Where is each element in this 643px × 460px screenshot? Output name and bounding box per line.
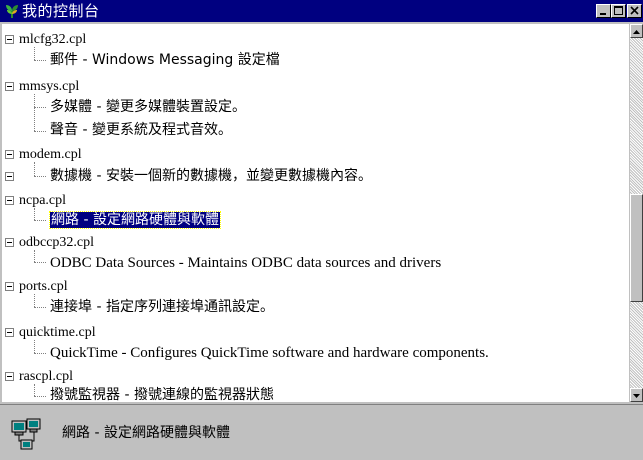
window-title: 我的控制台 bbox=[22, 2, 100, 20]
title-bar[interactable]: 我的控制台 bbox=[0, 0, 643, 22]
tree-item[interactable]: QuickTime - Configures QuickTime softwar… bbox=[50, 344, 489, 363]
close-icon bbox=[630, 6, 639, 15]
tree-node-mmsys[interactable]: mmsys.cpl bbox=[19, 77, 79, 96]
collapse-icon[interactable] bbox=[5, 172, 14, 181]
status-text: 網路 - 設定網路硬體與軟體 bbox=[62, 425, 230, 441]
scroll-thumb[interactable] bbox=[630, 194, 643, 302]
collapse-icon[interactable] bbox=[5, 238, 14, 247]
maximize-button[interactable] bbox=[611, 4, 626, 18]
tree-item[interactable]: 多媒體 - 變更多媒體裝置設定。 bbox=[50, 98, 246, 117]
tree-item[interactable]: 數據機 - 安裝一個新的數據機，並變更數據機內容。 bbox=[50, 167, 372, 186]
tree-item[interactable]: ODBC Data Sources - Maintains ODBC data … bbox=[50, 254, 441, 273]
minimize-icon bbox=[600, 13, 606, 15]
collapse-icon[interactable] bbox=[5, 82, 14, 91]
control-panel-tree[interactable]: mlcfg32.cpl 郵件 - Windows Messaging 設定檔 m… bbox=[2, 24, 629, 402]
vertical-scrollbar[interactable] bbox=[630, 24, 643, 402]
maximize-icon bbox=[614, 6, 623, 15]
scroll-down-button[interactable] bbox=[630, 388, 643, 402]
collapse-icon[interactable] bbox=[5, 282, 14, 291]
minimize-button[interactable] bbox=[596, 4, 611, 18]
collapse-icon[interactable] bbox=[5, 372, 14, 381]
collapse-icon[interactable] bbox=[5, 150, 14, 159]
tree-item[interactable]: 撥號監視器 - 撥號連線的監視器狀態 bbox=[50, 386, 274, 402]
tree-item[interactable]: 連接埠 - 指定序列連接埠通訊設定。 bbox=[50, 298, 274, 317]
scroll-up-button[interactable] bbox=[630, 24, 643, 38]
arrow-up-icon bbox=[633, 30, 640, 34]
tree-item-selected[interactable]: 網路 - 設定網路硬體與軟體 bbox=[49, 211, 221, 230]
tree-node-modem[interactable]: modem.cpl bbox=[19, 145, 82, 164]
control-panel-icon bbox=[6, 5, 18, 18]
tree-node-ncpa[interactable]: ncpa.cpl bbox=[19, 191, 66, 210]
tree-node-quicktime[interactable]: quicktime.cpl bbox=[19, 323, 96, 342]
network-computers-icon bbox=[11, 418, 41, 450]
tree-node-rascpl[interactable]: rascpl.cpl bbox=[19, 367, 73, 386]
close-button[interactable] bbox=[627, 4, 642, 18]
arrow-down-icon bbox=[633, 394, 640, 398]
tree-node-mlcfg32[interactable]: mlcfg32.cpl bbox=[19, 30, 86, 49]
tree-item[interactable]: 聲音 - 變更系統及程式音效。 bbox=[50, 121, 232, 140]
tree-item[interactable]: 郵件 - Windows Messaging 設定檔 bbox=[50, 51, 280, 70]
collapse-icon[interactable] bbox=[5, 328, 14, 337]
collapse-icon[interactable] bbox=[5, 35, 14, 44]
status-bar: 網路 - 設定網路硬體與軟體 bbox=[0, 404, 643, 460]
collapse-icon[interactable] bbox=[5, 196, 14, 205]
tree-node-odbccp32[interactable]: odbccp32.cpl bbox=[19, 233, 94, 252]
tree-node-ports[interactable]: ports.cpl bbox=[19, 277, 68, 296]
